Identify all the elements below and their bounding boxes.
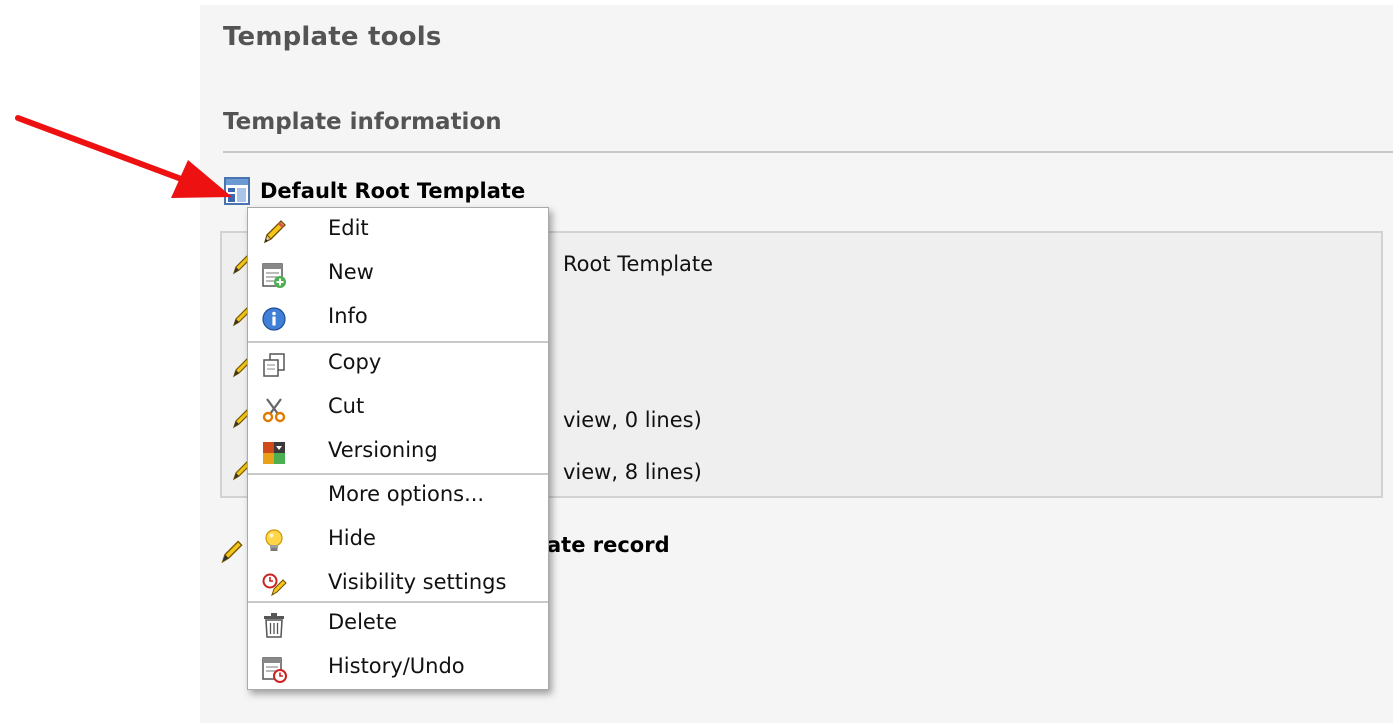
lightbulb-icon xyxy=(265,529,283,551)
edit-record-pencil-icon[interactable] xyxy=(218,538,244,564)
menu-item-versioning[interactable]: Versioning xyxy=(248,430,548,474)
info-constants-value: view, 0 lines) xyxy=(563,408,702,432)
history-icon xyxy=(262,657,287,683)
menu-item-edit[interactable]: Edit xyxy=(248,208,548,252)
menu-item-visibility-settings[interactable]: Visibility settings xyxy=(248,562,548,606)
menu-item-copy[interactable]: Copy xyxy=(248,342,548,386)
red-annotation-arrow xyxy=(15,115,232,198)
menu-item-info[interactable]: Info xyxy=(248,296,548,340)
menu-item-more-options[interactable]: More options... xyxy=(248,474,548,518)
pencil-icon xyxy=(263,220,286,244)
section-title: Template information xyxy=(223,109,502,135)
menu-label: Copy xyxy=(328,350,382,374)
info-title-value: Root Template xyxy=(563,252,714,276)
menu-label: New xyxy=(328,260,374,284)
menu-label: History/Undo xyxy=(328,654,465,678)
template-header: Default Root Template xyxy=(224,176,525,206)
context-menu: Edit New Info Copy Cut Versioning More o… xyxy=(247,207,549,690)
scissors-icon xyxy=(262,398,286,423)
menu-item-delete[interactable]: Delete xyxy=(248,602,548,646)
menu-item-cut[interactable]: Cut xyxy=(248,386,548,430)
menu-label: More options... xyxy=(328,482,485,506)
visibility-clock-icon xyxy=(262,573,287,597)
page-title: Template tools xyxy=(223,22,442,52)
menu-item-new[interactable]: New xyxy=(248,252,548,296)
menu-label: Visibility settings xyxy=(328,570,507,594)
versioning-icon xyxy=(263,442,285,464)
info-icon xyxy=(262,307,286,331)
menu-label: Versioning xyxy=(328,438,438,462)
menu-label: Cut xyxy=(328,394,365,418)
template-title: Default Root Template xyxy=(260,179,526,203)
menu-label: Delete xyxy=(328,610,397,634)
menu-label: Hide xyxy=(328,526,376,550)
section-divider xyxy=(223,151,1393,153)
menu-label: Info xyxy=(328,304,368,328)
trash-icon xyxy=(264,613,284,638)
menu-label: Edit xyxy=(328,216,369,240)
new-record-icon xyxy=(262,263,286,288)
menu-item-history-undo[interactable]: History/Undo xyxy=(248,646,548,690)
edit-whole-record-link[interactable]: ate record xyxy=(547,533,670,557)
menu-item-hide[interactable]: Hide xyxy=(248,518,548,562)
info-setup-value: view, 8 lines) xyxy=(563,460,702,484)
copy-icon xyxy=(263,353,285,377)
